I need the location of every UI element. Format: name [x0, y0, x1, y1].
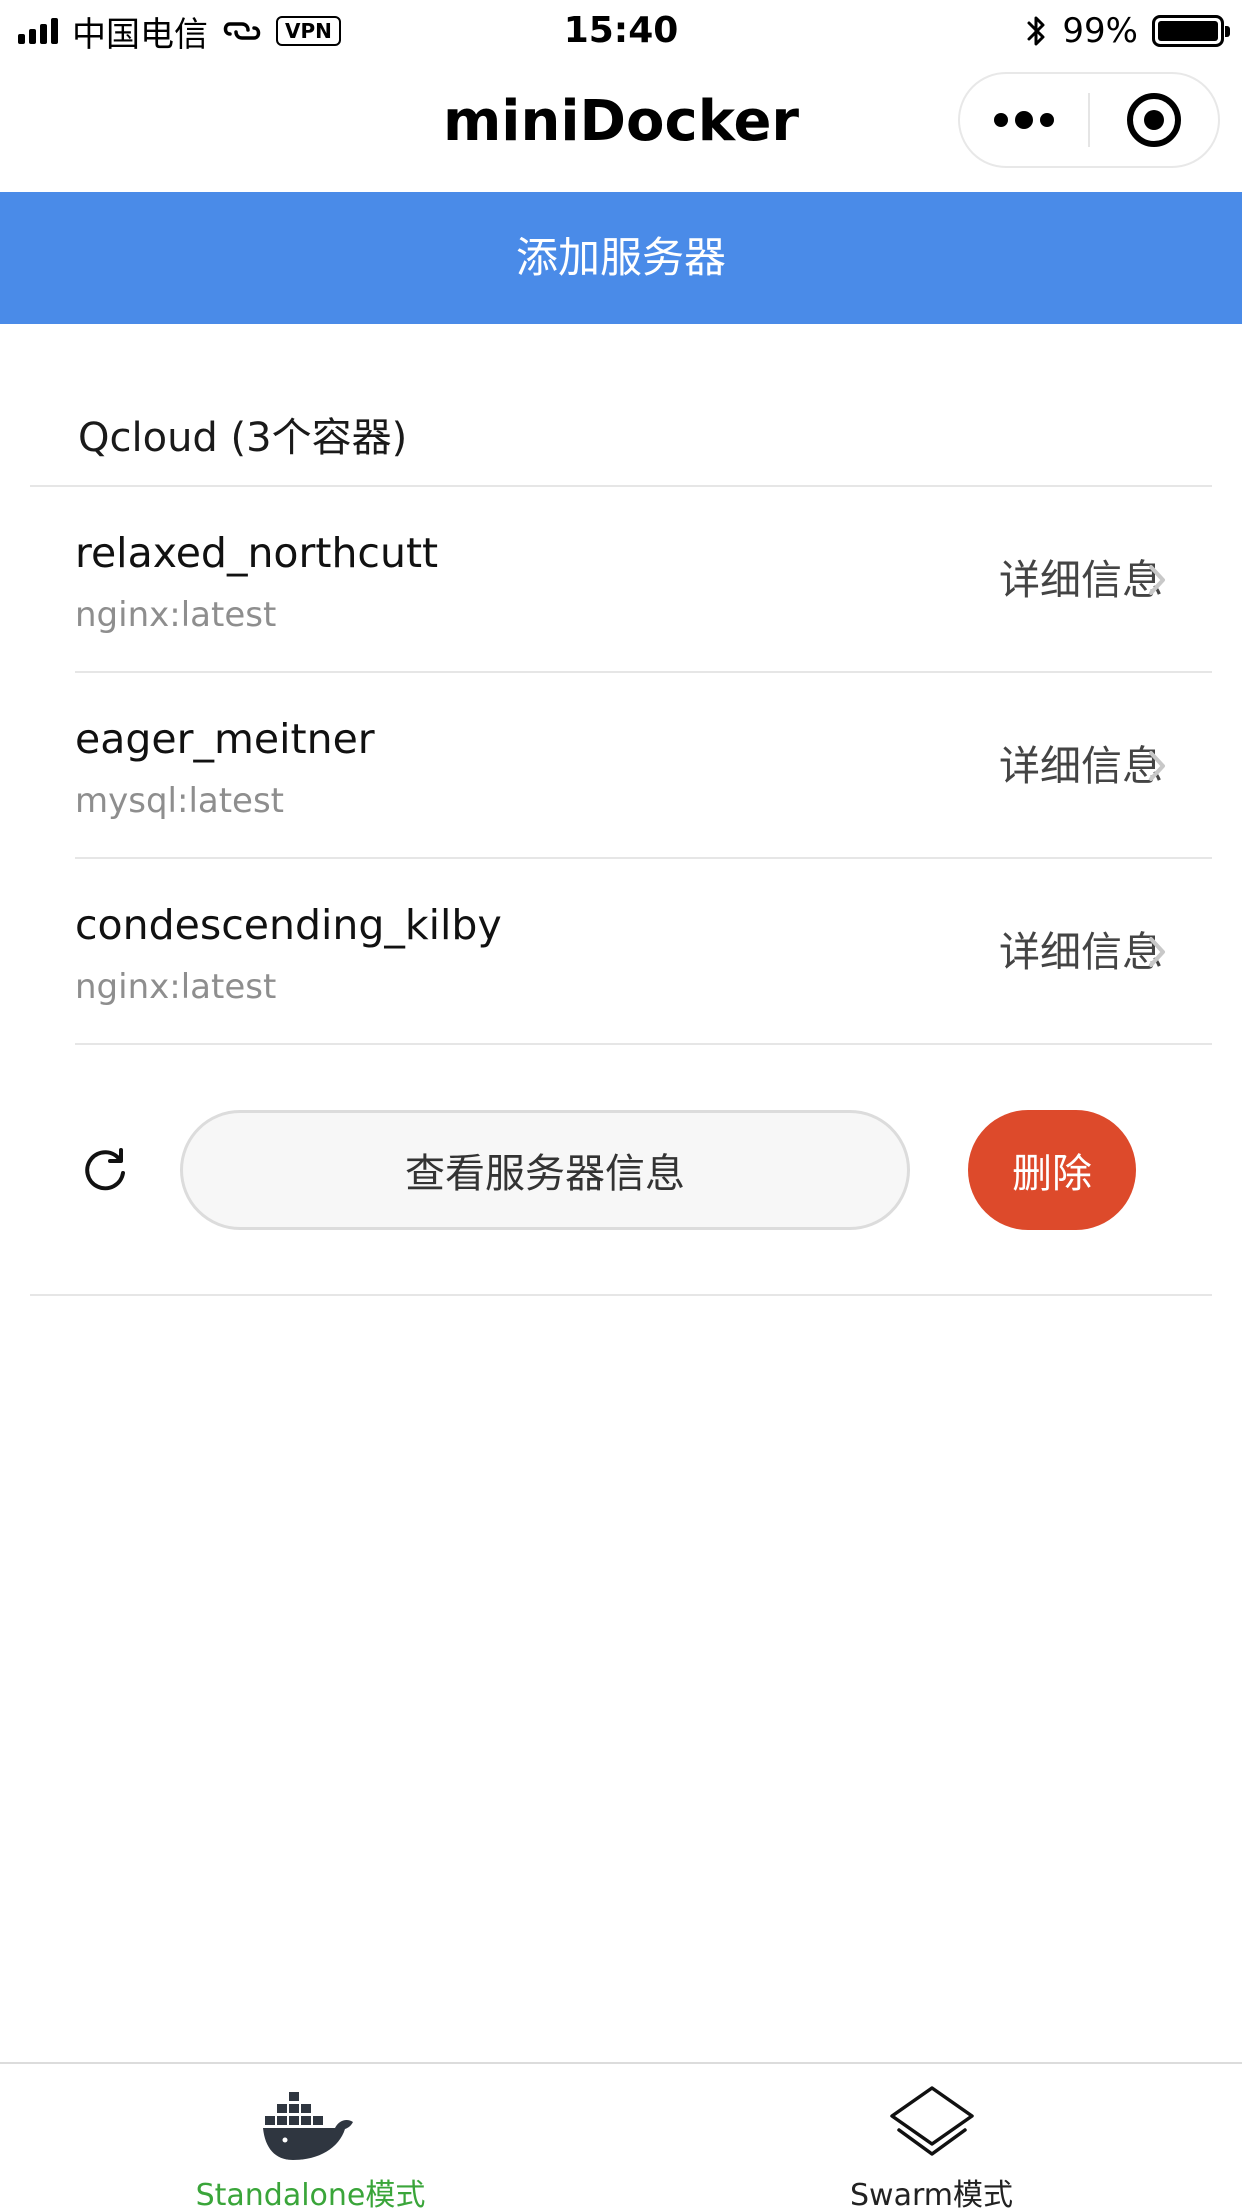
more-button[interactable] [960, 72, 1088, 168]
tab-standalone[interactable]: Standalone模式 [0, 2064, 621, 2208]
container-row[interactable]: condescending_kilby nginx:latest 详细信息 [75, 859, 1211, 1045]
container-row[interactable]: eager_meitner mysql:latest 详细信息 [75, 673, 1211, 859]
section-divider [30, 1294, 1212, 1296]
container-image: mysql:latest [75, 781, 285, 821]
detail-link[interactable]: 详细信息 [999, 487, 1163, 673]
chevron-right-icon [1147, 859, 1167, 1045]
close-mini-program-button[interactable] [1090, 72, 1218, 168]
container-image: nginx:latest [75, 967, 277, 1007]
container-name: relaxed_northcutt [75, 529, 439, 577]
tab-bar: Standalone模式 Swarm模式 [0, 2062, 1242, 2208]
docker-whale-icon [0, 2086, 621, 2166]
status-bar: 中国电信 VPN 15:40 99% [0, 0, 1242, 62]
bluetooth-icon [1027, 16, 1045, 46]
refresh-icon[interactable] [80, 1146, 130, 1196]
status-right: 99% [1026, 0, 1230, 62]
battery-icon [1152, 15, 1230, 47]
container-name: condescending_kilby [75, 901, 502, 949]
add-server-button[interactable]: 添加服务器 [0, 192, 1242, 324]
chevron-right-icon [1147, 487, 1167, 673]
mini-program-capsule [958, 72, 1220, 168]
battery-percent: 99% [1062, 11, 1138, 51]
container-image: nginx:latest [75, 595, 277, 635]
container-row[interactable]: relaxed_northcutt nginx:latest 详细信息 [75, 487, 1211, 673]
detail-link[interactable]: 详细信息 [999, 673, 1163, 859]
more-dot-icon [994, 113, 1008, 127]
divider [75, 1043, 1212, 1045]
detail-link[interactable]: 详细信息 [999, 859, 1163, 1045]
target-icon [1126, 93, 1181, 147]
layers-icon [621, 2086, 1242, 2166]
nav-bar: miniDocker [0, 62, 1242, 192]
page: 中国电信 VPN 15:40 99% miniDocker 添加服务器 Qclo… [0, 0, 1242, 2208]
tab-label: Standalone模式 [195, 2178, 426, 2208]
delete-button[interactable]: 删除 [968, 1110, 1136, 1230]
tab-label: Swarm模式 [850, 2178, 1013, 2208]
view-server-info-button[interactable]: 查看服务器信息 [180, 1110, 910, 1230]
tab-swarm[interactable]: Swarm模式 [621, 2064, 1242, 2208]
more-dot-icon [1015, 111, 1033, 129]
container-name: eager_meitner [75, 715, 375, 763]
more-dot-icon [1040, 113, 1054, 127]
chevron-right-icon [1147, 673, 1167, 859]
server-header: Qcloud (3个容器) [78, 415, 408, 461]
